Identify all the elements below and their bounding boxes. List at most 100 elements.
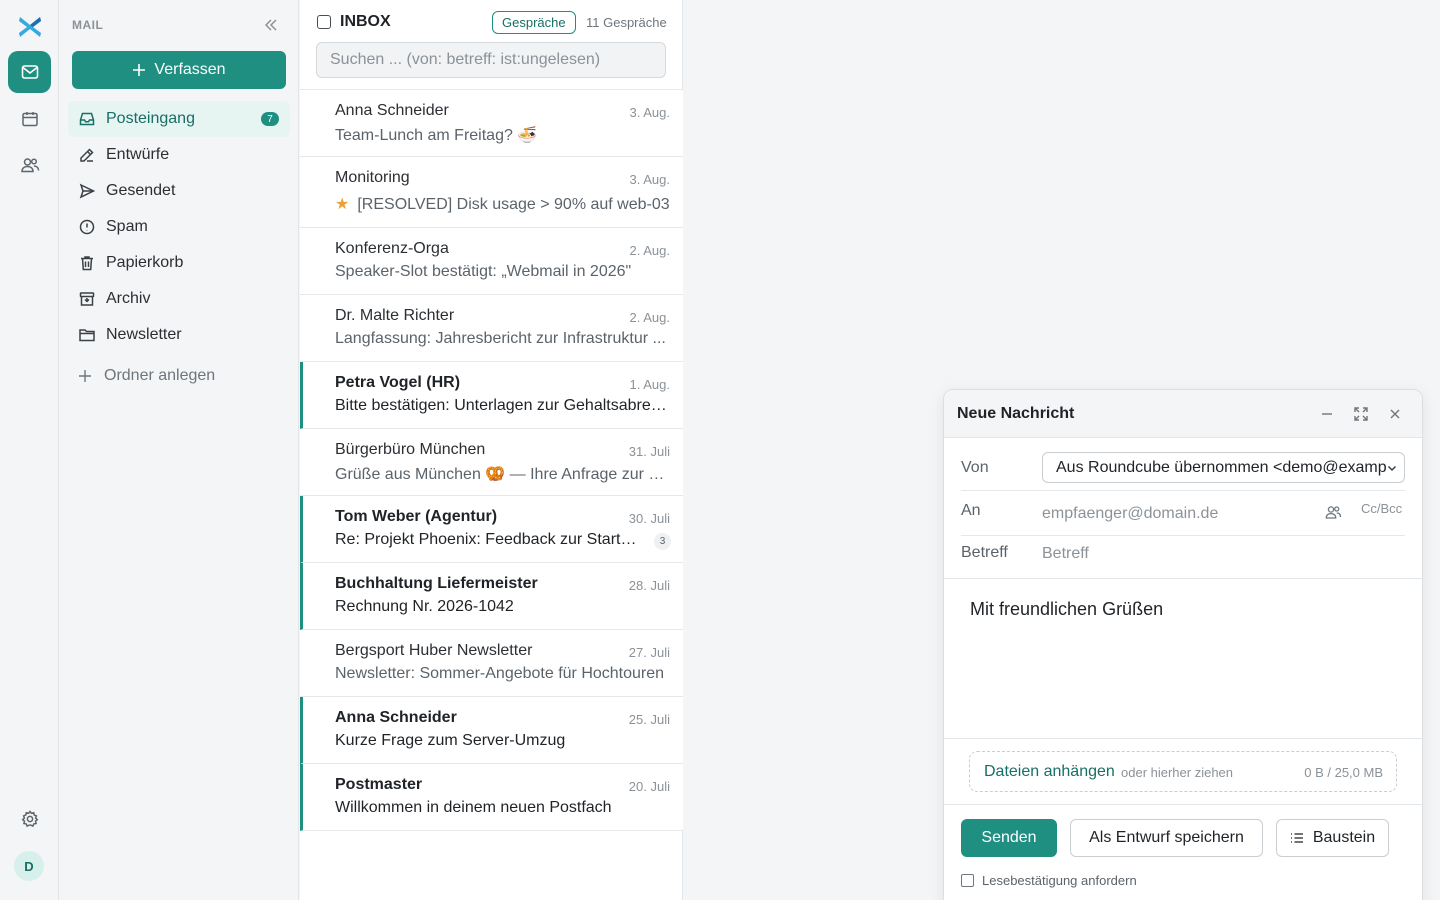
collapse-sidebar-icon[interactable] xyxy=(263,17,279,33)
trash-icon xyxy=(78,254,96,272)
attach-files-link[interactable]: Dateien anhängen xyxy=(984,763,1115,781)
message-sender: Bergsport Huber Newsletter xyxy=(335,642,533,659)
message-subject: Newsletter: Sommer-Angebote für Hochtour… xyxy=(335,665,665,682)
send-icon xyxy=(78,182,96,200)
settings-icon xyxy=(20,809,40,829)
message-date: 28. Juli xyxy=(628,578,670,593)
message-sender: Petra Vogel (HR) xyxy=(335,374,461,391)
message-sender: Konferenz-Orga xyxy=(335,240,449,257)
message-date: 27. Juli xyxy=(628,645,670,660)
message-row[interactable]: Bergsport Huber Newsletter 27. Juli News… xyxy=(300,630,683,697)
threads-toggle[interactable]: Gespräche xyxy=(492,11,576,34)
select-all-checkbox[interactable] xyxy=(317,15,331,29)
message-row[interactable]: Petra Vogel (HR) 1. Aug. Bitte bestätige… xyxy=(300,362,683,429)
unread-count-badge: 7 xyxy=(261,112,279,126)
message-subject: Grüße aus München 🥨 — Ihre Anfrage zur U… xyxy=(335,466,670,483)
message-subject: Re: Projekt Phoenix: Feedback zur Starts… xyxy=(335,531,643,548)
compose-label: Verfassen xyxy=(154,61,226,78)
save-draft-button[interactable]: Als Entwurf speichern xyxy=(1070,819,1263,857)
folder-sent[interactable]: Gesendet xyxy=(68,173,290,209)
rail-contacts-button[interactable] xyxy=(8,144,51,186)
message-row[interactable]: Dr. Malte Richter 2. Aug. Langfassung: J… xyxy=(300,295,683,362)
add-folder-label: Ordner anlegen xyxy=(104,367,216,384)
compose-title: Neue Nachricht xyxy=(957,405,1075,422)
attachment-size: 0 B / 25,0 MB xyxy=(1304,765,1383,780)
divider xyxy=(944,804,1422,805)
inbox-icon xyxy=(78,110,96,128)
message-date: 2. Aug. xyxy=(629,243,670,258)
thread-count-badge: 3 xyxy=(654,533,671,550)
message-sender: Anna Schneider xyxy=(335,709,457,726)
calendar-icon xyxy=(20,109,40,129)
mail-icon xyxy=(20,62,40,82)
current-folder-name: INBOX xyxy=(340,13,391,30)
rail-calendar-button[interactable] xyxy=(8,98,51,140)
folder-trash[interactable]: Papierkorb xyxy=(68,245,290,281)
app-rail: D xyxy=(0,0,59,900)
divider xyxy=(944,578,1422,579)
message-date: 20. Juli xyxy=(628,779,670,794)
folder-spam[interactable]: Spam xyxy=(68,209,290,245)
folder-label: Entwürfe xyxy=(106,146,170,163)
message-list: INBOX Gespräche 11 Gespräche Anna Schnei… xyxy=(300,0,683,900)
message-row[interactable]: Anna Schneider 25. Juli Kurze Frage zum … xyxy=(300,697,683,764)
list-header: INBOX Gespräche 11 Gespräche xyxy=(300,0,683,90)
rail-settings-button[interactable] xyxy=(8,798,51,840)
message-body-editor[interactable]: Mit freundlichen Grüßen xyxy=(970,599,1163,620)
message-row[interactable]: Buchhaltung Liefermeister 28. Juli Rechn… xyxy=(300,563,683,630)
message-date: 3. Aug. xyxy=(629,105,670,120)
folder-panel: MAIL Verfassen Posteingang 7 Entwürfe Ge xyxy=(60,0,299,900)
message-subject: Rechnung Nr. 2026-1042 xyxy=(335,598,514,615)
folder-inbox[interactable]: Posteingang 7 xyxy=(68,101,290,137)
add-folder-button[interactable]: Ordner anlegen xyxy=(78,366,215,386)
message-subject: Langfassung: Jahresbericht zur Infrastru… xyxy=(335,330,666,347)
to-field[interactable] xyxy=(1042,503,1312,525)
star-icon[interactable]: ★ xyxy=(335,196,349,213)
divider xyxy=(961,490,1405,491)
message-row[interactable]: Anna Schneider 3. Aug. Team-Lunch am Fre… xyxy=(300,90,683,157)
attachment-dropzone[interactable]: Dateien anhängen oder hierher ziehen 0 B… xyxy=(969,751,1397,792)
message-sender: Anna Schneider xyxy=(335,102,449,119)
message-date: 1. Aug. xyxy=(629,377,670,392)
expand-icon[interactable] xyxy=(1351,404,1371,424)
search-input[interactable] xyxy=(316,42,666,78)
snippet-button[interactable]: Baustein xyxy=(1276,819,1389,857)
folder-label: Papierkorb xyxy=(106,254,184,271)
message-row[interactable]: Tom Weber (Agentur) 30. Juli Re: Projekt… xyxy=(300,496,683,563)
message-row[interactable]: Bürgerbüro München 31. Juli Grüße aus Mü… xyxy=(300,429,683,496)
minimize-icon[interactable] xyxy=(1317,404,1337,424)
from-label: Von xyxy=(961,459,989,476)
send-button[interactable]: Senden xyxy=(961,819,1057,857)
message-row[interactable]: Konferenz-Orga 2. Aug. Speaker-Slot best… xyxy=(300,228,683,295)
folder-list: Posteingang 7 Entwürfe Gesendet Spam Pap… xyxy=(68,101,290,353)
folder-label: Spam xyxy=(106,218,148,235)
message-subject: Speaker-Slot bestätigt: „Webmail in 2026… xyxy=(335,263,632,280)
from-select[interactable]: Aus Roundcube übernommen <demo@examp xyxy=(1042,452,1405,483)
divider xyxy=(944,738,1422,739)
message-sender: Bürgerbüro München xyxy=(335,441,486,458)
conversation-count: 11 Gespräche xyxy=(586,15,667,30)
close-icon[interactable] xyxy=(1385,404,1405,424)
plus-icon xyxy=(132,63,146,77)
rail-mail-button[interactable] xyxy=(8,51,51,93)
message-sender: Tom Weber (Agentur) xyxy=(335,508,498,525)
message-date: 30. Juli xyxy=(628,511,670,526)
message-row[interactable]: Postmaster 20. Juli Willkommen in deinem… xyxy=(300,764,683,831)
cc-bcc-toggle[interactable]: Cc/Bcc xyxy=(1361,501,1402,516)
folder-archive[interactable]: Archiv xyxy=(68,281,290,317)
snippet-label: Baustein xyxy=(1312,829,1376,846)
chevron-down-icon xyxy=(1386,462,1398,474)
avatar[interactable]: D xyxy=(14,851,44,881)
divider xyxy=(961,535,1405,536)
folder-newsletter[interactable]: Newsletter xyxy=(68,317,290,353)
folder-drafts[interactable]: Entwürfe xyxy=(68,137,290,173)
message-subject: Bitte bestätigen: Unterlagen zur Gehalts… xyxy=(335,397,670,414)
compose-button[interactable]: Verfassen xyxy=(72,51,286,89)
message-row[interactable]: Monitoring 3. Aug. ★ [RESOLVED] Disk usag… xyxy=(300,157,683,228)
message-subject-wrap: ★ [RESOLVED] Disk usage > 90% auf web-03 xyxy=(335,194,670,214)
contacts-icon xyxy=(20,155,40,175)
subject-field[interactable] xyxy=(1042,543,1312,565)
read-receipt-option[interactable]: Lesebestätigung anfordern xyxy=(961,873,1137,888)
address-book-icon[interactable] xyxy=(1324,503,1342,521)
read-receipt-checkbox[interactable] xyxy=(961,874,974,887)
